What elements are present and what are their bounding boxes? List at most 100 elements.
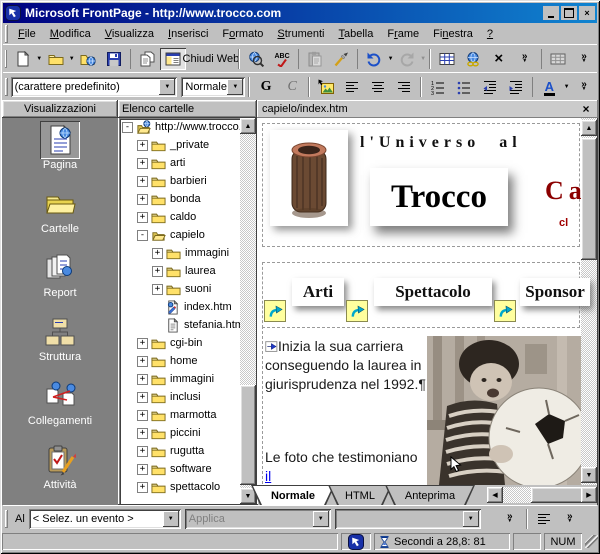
tree-item-stefania.htm[interactable]: stefania.htm xyxy=(119,316,256,334)
nav-arrow-icon[interactable] xyxy=(264,300,286,322)
tree-expand-box[interactable]: - xyxy=(122,122,133,133)
bulleted-list-button[interactable] xyxy=(451,76,477,98)
font-combo[interactable]: (carattere predefinito) ▼ xyxy=(11,77,178,97)
editor-paragraph-1[interactable]: Inizia la sua carriera conseguendo la la… xyxy=(265,337,427,394)
tree-expand-box[interactable]: + xyxy=(137,482,148,493)
preview-in-browser-button[interactable] xyxy=(243,48,269,70)
tree-item-home[interactable]: +home xyxy=(119,352,256,370)
tree-item-cgi-bin[interactable]: +cgi-bin xyxy=(119,334,256,352)
increase-indent-button[interactable] xyxy=(503,76,529,98)
menu-modifica[interactable]: Modifica xyxy=(43,26,98,42)
tab-html[interactable]: HTML xyxy=(328,485,392,505)
paste-button[interactable] xyxy=(302,48,328,70)
print-button[interactable] xyxy=(134,48,160,70)
undo-button[interactable] xyxy=(361,48,387,70)
align-left-button[interactable] xyxy=(339,76,365,98)
editor-scroll-left[interactable]: ◀ xyxy=(487,487,503,503)
tree-item-immagini[interactable]: +immagini xyxy=(119,370,256,388)
tree-scroll-up[interactable]: ▲ xyxy=(240,118,256,134)
tree-expand-box[interactable]: + xyxy=(137,374,148,385)
nav-button-sponsor[interactable]: Sponsor xyxy=(520,278,590,306)
editor-scroll-right[interactable]: ▶ xyxy=(581,487,597,503)
view-pagina[interactable]: Pagina xyxy=(2,118,118,182)
editor-content[interactable]: l'Universo al Trocco Ca cl Inizia la sua… xyxy=(258,118,597,485)
nav-button-spettacolo[interactable]: Spettacolo xyxy=(374,278,492,306)
event-combo-arrow[interactable]: ▼ xyxy=(163,511,179,527)
tree-item-arti[interactable]: +arti xyxy=(119,154,256,172)
tree-expand-box[interactable]: + xyxy=(137,410,148,421)
dhtml-overflow-button-2[interactable]: »▼ xyxy=(557,508,583,530)
decrease-indent-button[interactable] xyxy=(477,76,503,98)
tree-expand-box[interactable]: - xyxy=(137,230,148,241)
tree-item-_private[interactable]: +_private xyxy=(119,136,256,154)
tree-expand-box[interactable]: + xyxy=(152,284,163,295)
tree-expand-box[interactable]: + xyxy=(137,194,148,205)
toolbar-grip[interactable] xyxy=(5,25,8,43)
redo-button[interactable] xyxy=(394,48,420,70)
menu-strumenti[interactable]: Strumenti xyxy=(270,26,331,42)
view-cartelle[interactable]: Cartelle xyxy=(2,182,118,246)
tree-item-software[interactable]: +software xyxy=(119,460,256,478)
publish-web-button[interactable] xyxy=(75,48,101,70)
tree-item-inclusi[interactable]: +inclusi xyxy=(119,388,256,406)
tree-item-immagini[interactable]: +immagini xyxy=(119,244,256,262)
editor-close-icon[interactable]: × xyxy=(579,102,593,116)
close-button[interactable]: × xyxy=(579,6,595,20)
menu-tabella[interactable]: Tabella xyxy=(331,26,380,42)
tree-item-spettacolo[interactable]: +spettacolo xyxy=(119,478,256,496)
numbered-list-button[interactable] xyxy=(425,76,451,98)
chiudi-web-button[interactable]: Chiudi Web xyxy=(186,48,235,70)
font-color-button-dropdown[interactable]: ▼ xyxy=(562,76,571,98)
menu-visualizza[interactable]: Visualizza xyxy=(98,26,161,42)
nav-arrow-icon[interactable] xyxy=(494,300,516,322)
tree-item-laurea[interactable]: +laurea xyxy=(119,262,256,280)
tree-item-caldo[interactable]: +caldo xyxy=(119,208,256,226)
menu-file[interactable]: File xyxy=(11,26,43,42)
menu-frame[interactable]: Frame xyxy=(380,26,426,42)
tab-normale[interactable]: Normale xyxy=(251,485,335,505)
open-button[interactable] xyxy=(43,48,69,70)
tree-scroll-thumb[interactable] xyxy=(240,385,256,485)
editor-scroll-up[interactable]: ▲ xyxy=(581,120,597,136)
view-struttura[interactable]: Struttura xyxy=(2,310,118,374)
tree-item-piccini[interactable]: +piccini xyxy=(119,424,256,442)
menu-?[interactable]: ? xyxy=(480,26,500,42)
tree-expand-box[interactable]: + xyxy=(152,266,163,277)
tree-item-bonda[interactable]: +bonda xyxy=(119,190,256,208)
tree-expand-box[interactable]: + xyxy=(152,248,163,259)
hyperlink-button[interactable] xyxy=(460,48,486,70)
style-toolbar-button[interactable] xyxy=(531,508,557,530)
tree-expand-box[interactable]: + xyxy=(137,140,148,151)
maximize-button[interactable] xyxy=(561,6,577,20)
nav-arrow-icon[interactable] xyxy=(346,300,368,322)
tree-expand-box[interactable]: + xyxy=(137,158,148,169)
tree-expand-box[interactable]: + xyxy=(137,464,148,475)
toolbar-overflow-button[interactable]: »▼ xyxy=(512,48,538,70)
il-hyperlink[interactable]: il xyxy=(265,468,271,484)
highlight-picture-button[interactable] xyxy=(313,76,339,98)
tables-toolbar-button[interactable] xyxy=(545,48,571,70)
tree-expand-box[interactable]: + xyxy=(137,212,148,223)
tree-item-httpwww.trocco.[interactable]: -http://www.trocco. xyxy=(119,118,256,136)
align-right-button[interactable] xyxy=(391,76,417,98)
tree-item-rugutta[interactable]: +rugutta xyxy=(119,442,256,460)
tree-expand-box[interactable]: + xyxy=(137,446,148,457)
formatting-overflow-button[interactable]: »▼ xyxy=(571,76,597,98)
italic-button[interactable]: C xyxy=(279,76,305,98)
font-color-button[interactable]: A xyxy=(536,76,562,98)
editor-hscrollbar[interactable]: ◀ ▶ xyxy=(487,485,597,505)
new-page-button[interactable] xyxy=(10,48,36,70)
style-combo[interactable]: Normale ▼ xyxy=(181,77,245,97)
align-center-button[interactable] xyxy=(365,76,391,98)
bold-button[interactable]: G xyxy=(253,76,279,98)
tree-item-barbieri[interactable]: +barbieri xyxy=(119,172,256,190)
toolbar-grip[interactable] xyxy=(5,510,8,528)
tree-expand-box[interactable]: + xyxy=(137,392,148,403)
menu-finestra[interactable]: Finestra xyxy=(426,26,480,42)
toolbar-overflow-button-2[interactable]: »▼ xyxy=(571,48,597,70)
tree-item-marmotta[interactable]: +marmotta xyxy=(119,406,256,424)
view-attività[interactable]: Attività xyxy=(2,438,118,502)
minimize-button[interactable] xyxy=(543,6,559,20)
editor-paragraph-2[interactable]: Le foto che testimoniano il xyxy=(265,448,427,485)
tree-item-suoni[interactable]: +suoni xyxy=(119,280,256,298)
